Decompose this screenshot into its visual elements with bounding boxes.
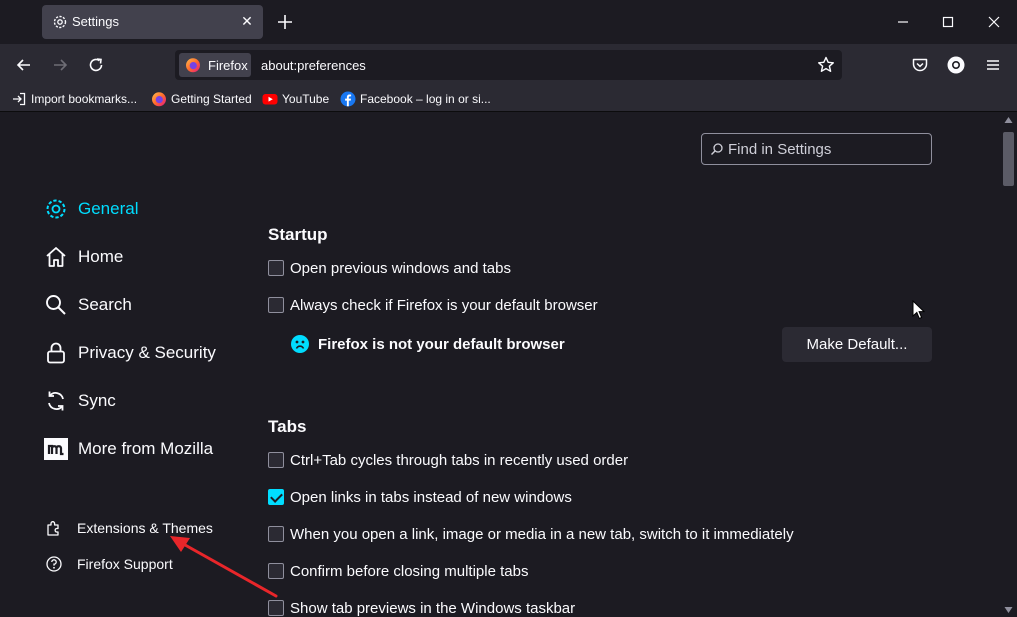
nav-bar: Firefox about:preferences (0, 44, 1017, 86)
section-title-tabs: Tabs (268, 417, 307, 436)
checkbox[interactable] (268, 452, 284, 468)
sad-face-icon (291, 335, 309, 353)
bookmark-label: Getting Started (171, 92, 252, 106)
sidebar-item-label: Sync (78, 391, 116, 410)
firefox-logo-icon (152, 92, 166, 107)
sidebar-item-more-from-mozilla[interactable]: More from Mozilla (44, 434, 213, 464)
bookmark-star-icon[interactable] (816, 55, 836, 75)
sidebar-item-search[interactable]: Search (44, 290, 132, 320)
checkbox[interactable] (268, 260, 284, 276)
sidebar-item-privacy[interactable]: Privacy & Security (44, 338, 216, 368)
settings-content: General Home Search Privacy & Security S… (0, 113, 1017, 617)
sidebar-item-label: Firefox Support (77, 556, 173, 572)
back-arrow-icon[interactable] (14, 55, 34, 75)
sidebar-item-home[interactable]: Home (44, 242, 123, 272)
close-window-icon[interactable] (984, 12, 1004, 32)
checkbox-tab-previews-taskbar[interactable]: Show tab previews in the Windows taskbar (268, 598, 575, 617)
sidebar-item-general[interactable]: General (44, 194, 138, 224)
minimize-icon[interactable] (893, 12, 913, 32)
scroll-down-arrow-icon[interactable] (1004, 606, 1013, 614)
option-label: Confirm before closing multiple tabs (290, 562, 529, 580)
bookmark-getting-started[interactable]: Getting Started (151, 90, 252, 108)
bookmark-import[interactable]: Import bookmarks... (11, 90, 137, 108)
identity-label: Firefox (208, 58, 248, 73)
scrollbar[interactable] (1000, 113, 1017, 617)
checkbox-confirm-close-tabs[interactable]: Confirm before closing multiple tabs (268, 561, 528, 581)
sync-icon (48, 391, 64, 411)
reload-icon[interactable] (86, 55, 106, 75)
bookmark-label: YouTube (282, 92, 330, 106)
import-icon (13, 92, 26, 106)
option-label: Show tab previews in the Windows taskbar (290, 599, 576, 617)
gear-icon (53, 15, 67, 29)
help-circle-icon (46, 556, 62, 572)
checkbox-check-default-browser[interactable]: Always check if Firefox is your default … (268, 295, 598, 315)
checkbox-open-links-in-tabs[interactable]: Open links in tabs instead of new window… (268, 487, 572, 507)
account-avatar-icon[interactable] (946, 55, 966, 75)
checkbox-switch-to-new-tab[interactable]: When you open a link, image or media in … (268, 524, 794, 544)
url-text[interactable]: about:preferences (261, 58, 366, 73)
bookmark-youtube[interactable]: YouTube (262, 90, 329, 108)
sidebar-item-label: General (78, 199, 139, 218)
bookmark-facebook[interactable]: Facebook – log in or si... (340, 90, 491, 108)
search-icon (711, 143, 723, 155)
home-icon (46, 247, 66, 267)
sidebar-item-label: More from Mozilla (78, 439, 214, 458)
tab-settings[interactable]: Settings ✕ (42, 5, 263, 39)
pocket-icon[interactable] (910, 55, 930, 75)
checkbox-open-previous-windows[interactable]: Open previous windows and tabs (268, 258, 511, 278)
option-label: Open links in tabs instead of new window… (290, 488, 572, 506)
gear-icon (46, 199, 66, 219)
find-in-settings-input[interactable] (728, 139, 924, 159)
facebook-icon (340, 91, 356, 107)
option-label: Ctrl+Tab cycles through tabs in recently… (290, 451, 629, 469)
sidebar-item-label: Privacy & Security (78, 343, 216, 362)
bookmark-label: Import bookmarks... (31, 92, 138, 106)
identity-box[interactable]: Firefox (179, 53, 251, 77)
find-in-settings[interactable] (701, 133, 932, 165)
maximize-icon[interactable] (938, 12, 958, 32)
annotation-arrow-icon (170, 536, 278, 598)
lock-icon (47, 342, 65, 364)
puzzle-piece-icon (47, 521, 59, 536)
option-label: Open previous windows and tabs (290, 259, 511, 277)
mozilla-m-icon (44, 438, 68, 460)
url-bar[interactable]: Firefox about:preferences (175, 50, 842, 80)
option-label: Always check if Firefox is your default … (290, 296, 598, 314)
make-default-button[interactable]: Make Default... (782, 327, 932, 362)
section-title-startup: Startup (268, 225, 328, 244)
bookmark-label: Facebook – log in or si... (360, 92, 491, 106)
checkbox-ctrl-tab-cycles[interactable]: Ctrl+Tab cycles through tabs in recently… (268, 450, 628, 470)
not-default-text: Firefox is not your default browser (318, 335, 565, 353)
sidebar-item-label: Search (78, 295, 132, 314)
search-icon (46, 295, 66, 315)
youtube-icon (262, 94, 278, 105)
tab-strip: Settings ✕ (0, 0, 1017, 44)
new-tab-icon[interactable] (276, 13, 294, 31)
bookmarks-toolbar: Import bookmarks... Getting Started YouT… (0, 86, 1017, 112)
not-default-notice: Firefox is not your default browser (290, 334, 565, 354)
sidebar-firefox-support[interactable]: Firefox Support (45, 553, 173, 575)
checkbox[interactable] (268, 297, 284, 313)
mouse-cursor-icon (912, 300, 925, 320)
sidebar-item-label: Home (78, 247, 124, 266)
checkbox-checked[interactable] (268, 489, 284, 505)
scroll-up-arrow-icon[interactable] (1004, 116, 1013, 124)
checkbox[interactable] (268, 600, 284, 616)
close-tab-icon[interactable]: ✕ (239, 13, 255, 29)
forward-arrow-icon[interactable] (50, 55, 70, 75)
firefox-logo-icon (186, 58, 200, 73)
option-label: When you open a link, image or media in … (290, 525, 794, 543)
scrollbar-thumb[interactable] (1003, 132, 1014, 186)
sidebar-item-sync[interactable]: Sync (44, 386, 116, 416)
hamburger-menu-icon[interactable] (983, 55, 1003, 75)
tab-title: Settings (72, 14, 119, 29)
